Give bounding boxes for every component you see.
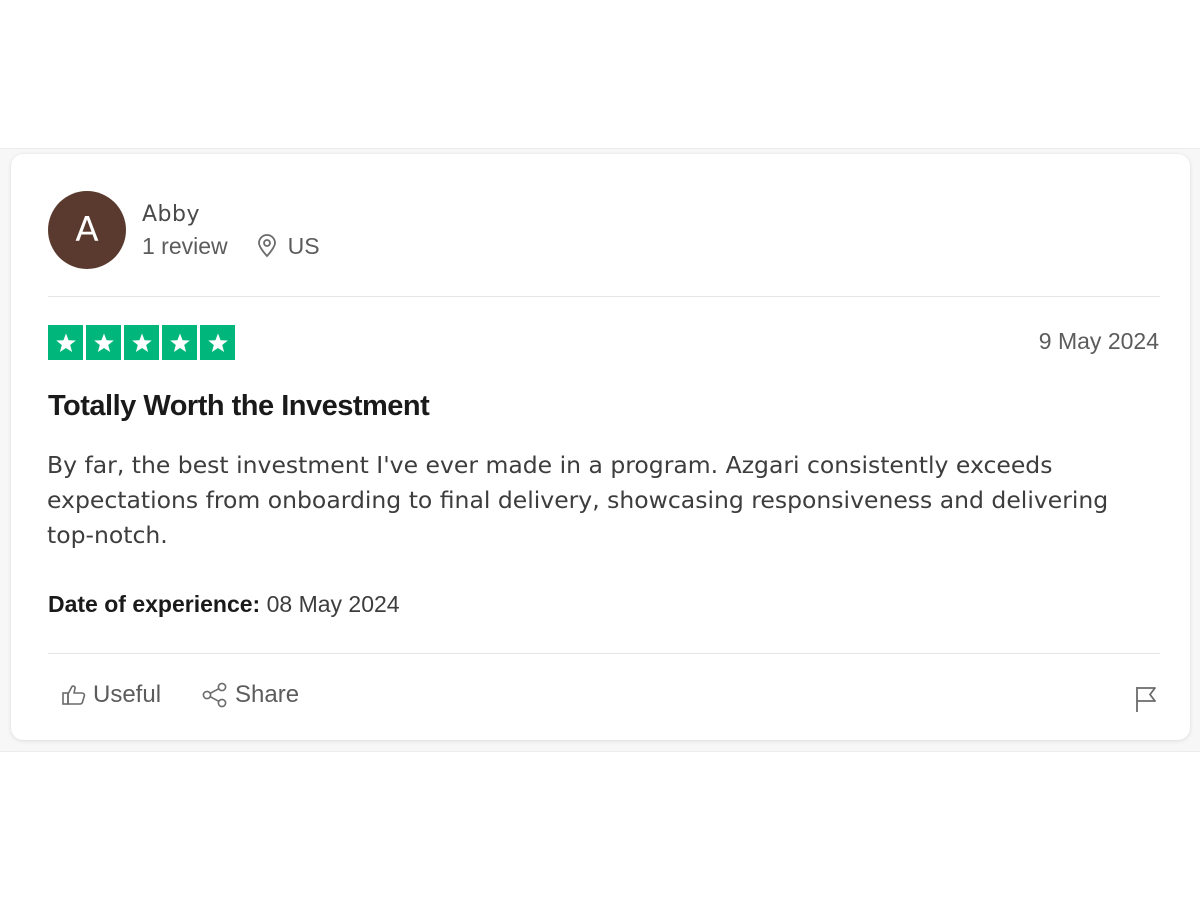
useful-label: Useful [93, 681, 162, 708]
star-5 [200, 325, 235, 360]
share-icon [201, 682, 229, 708]
date-of-experience: Date of experience: 08 May 2024 [48, 591, 400, 618]
reviewer-meta: 1 review US [142, 233, 320, 260]
experience-date: 08 May 2024 [260, 591, 400, 617]
review-card: A Abby 1 review US 9 May 2024 Totally Wo… [11, 154, 1190, 740]
flag-icon [1133, 684, 1159, 719]
share-button[interactable]: Share [201, 681, 299, 709]
report-button[interactable] [1133, 684, 1159, 719]
page: A Abby 1 review US 9 May 2024 Totally Wo… [0, 0, 1200, 900]
review-body: By far, the best investment I've ever ma… [47, 451, 1109, 549]
star-4 [162, 325, 197, 360]
review-actions: Useful Share [61, 681, 299, 709]
reviewer-name[interactable]: Abby [142, 201, 320, 229]
share-label: Share [235, 681, 300, 708]
useful-button[interactable]: Useful [61, 681, 161, 709]
star-1 [48, 325, 83, 360]
reviewer-country: US [287, 232, 320, 259]
reviewer-info: Abby 1 review US [142, 201, 320, 260]
thumbs-up-icon [61, 683, 87, 707]
reviewer-header: A Abby 1 review US [48, 190, 320, 270]
avatar[interactable]: A [48, 191, 126, 269]
review-date: 9 May 2024 [1038, 328, 1159, 354]
actions-divider [48, 653, 1160, 654]
star-3 [124, 325, 159, 360]
location-pin-icon [256, 234, 278, 258]
review-title: Totally Worth the Investment [48, 390, 430, 422]
star-rating [48, 325, 238, 360]
experience-label: Date of experience: [48, 591, 261, 617]
review-count: 1 review [142, 232, 228, 259]
header-divider [48, 296, 1160, 297]
avatar-initial: A [75, 210, 99, 250]
reviewer-location: US [256, 233, 320, 260]
star-2 [86, 325, 121, 360]
